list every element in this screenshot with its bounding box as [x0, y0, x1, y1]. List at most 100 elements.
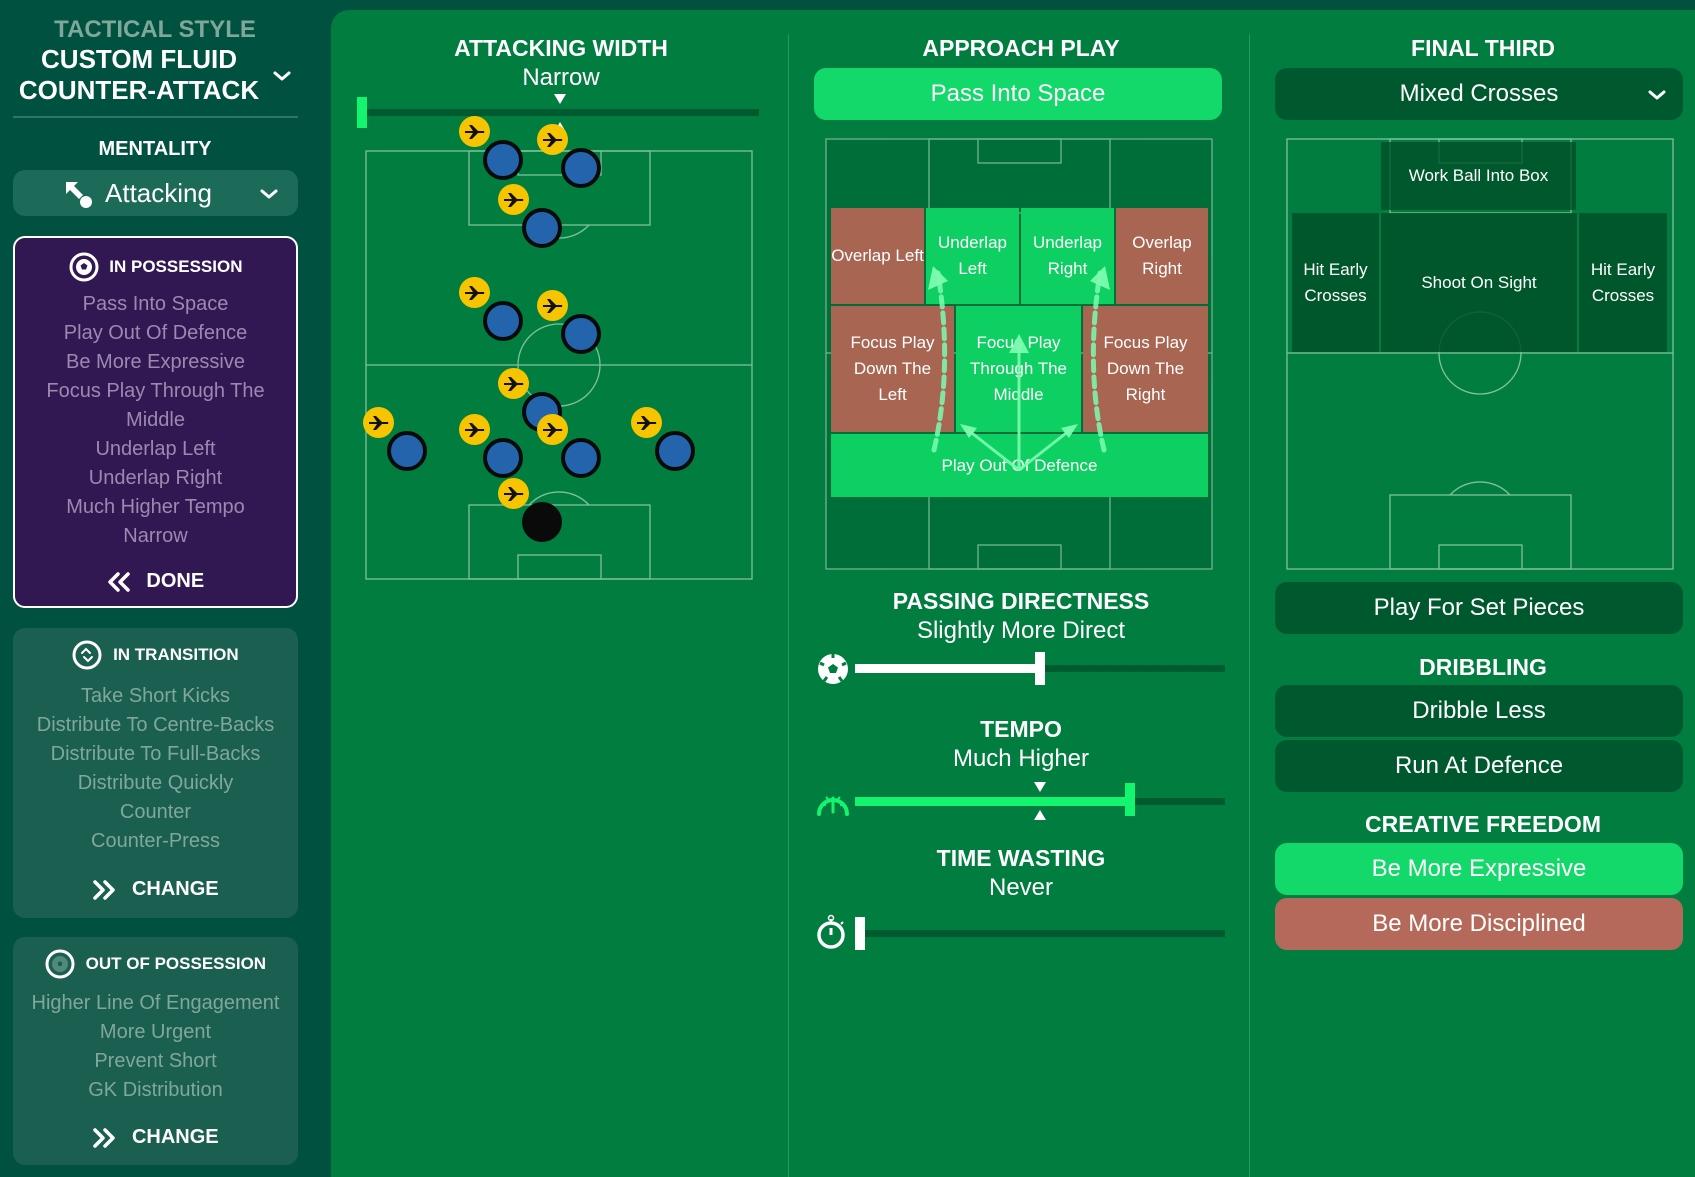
player-marker[interactable] [483, 438, 523, 478]
be-more-expressive-button[interactable]: Be More Expressive [1275, 843, 1683, 895]
list-item: Pass Into Space [82, 293, 229, 315]
approach-play-title: APPROACH PLAY [922, 35, 1120, 61]
slider-handle[interactable] [357, 97, 367, 128]
role-badge-plane-icon [537, 290, 568, 321]
dribbling-title: DRIBBLING [1419, 654, 1547, 680]
zone-focus-middle[interactable]: Focus Play Through The Middle [956, 306, 1081, 432]
role-badge-plane-icon [537, 414, 568, 445]
card-instruction-list: Pass Into Space Play Out Of Defence Be M… [15, 290, 296, 551]
list-item: Distribute Quickly [77, 772, 234, 794]
role-badge-plane-icon [631, 407, 662, 438]
in-transition-card[interactable]: IN TRANSITION Take Short Kicks Distribut… [13, 628, 298, 918]
double-chevron-left-icon [108, 571, 130, 592]
slider-track [361, 109, 759, 116]
zone-focus-right[interactable]: Focus Play Down The Right [1083, 306, 1208, 432]
zone-shoot-on-sight[interactable]: Shoot On Sight [1381, 213, 1577, 352]
attacking-arrow-icon [66, 182, 92, 208]
mentality-value: Attacking [105, 178, 212, 208]
list-item: Narrow [123, 525, 188, 547]
slider-track [855, 930, 1225, 937]
card-instruction-list: Higher Line Of Engagement More Urgent Pr… [13, 989, 298, 1105]
sidebar: TACTICAL STYLE CUSTOM FLUID COUNTER-ATTA… [0, 0, 330, 1177]
approach-play-selected-button[interactable]: Pass Into Space [814, 68, 1222, 120]
player-marker[interactable] [561, 148, 601, 188]
stopwatch-icon [817, 914, 845, 949]
player-marker[interactable] [483, 301, 523, 341]
in-possession-card[interactable]: IN POSSESSION Pass Into Space Play Out O… [13, 236, 298, 608]
list-item: Play Out Of Defence [63, 322, 248, 344]
zone-play-out-of-defence[interactable]: Play Out Of Defence [831, 434, 1208, 497]
list-item: Take Short Kicks [81, 685, 230, 707]
list-item: Counter [119, 801, 192, 823]
speedometer-icon [817, 796, 849, 816]
role-badge-plane-icon [498, 184, 529, 215]
slider-fill [855, 797, 1130, 806]
card-title: IN POSSESSION [109, 257, 243, 276]
dribble-less-button[interactable]: Dribble Less [1275, 685, 1683, 737]
done-button[interactable]: DONE [15, 570, 296, 593]
player-markers [363, 116, 755, 590]
passing-directness-value: Slightly More Direct [916, 617, 1126, 644]
football-outline-icon [45, 949, 75, 979]
card-instruction-list: Take Short Kicks Distribute To Centre-Ba… [13, 682, 298, 856]
creative-freedom-title: CREATIVE FREEDOM [1365, 811, 1601, 837]
role-badge-plane-icon [498, 478, 529, 509]
card-title: OUT OF POSSESSION [85, 954, 267, 973]
column-divider [1249, 34, 1250, 1177]
player-marker[interactable] [522, 208, 562, 248]
player-marker[interactable] [387, 431, 427, 471]
slider-handle[interactable] [855, 917, 865, 950]
role-badge-plane-icon [498, 368, 529, 399]
zone-underlap-left[interactable]: Underlap Left [926, 208, 1019, 304]
list-item: Be More Expressive [66, 351, 245, 373]
list-item: Much Higher Tempo [66, 496, 245, 518]
football-icon [69, 252, 99, 282]
mentality-dropdown[interactable]: Attacking [13, 170, 298, 216]
change-button[interactable]: CHANGE [13, 878, 298, 901]
slider-handle[interactable] [1125, 783, 1135, 816]
zone-hit-early-crosses-right[interactable]: Hit Early Crosses [1579, 213, 1667, 352]
player-marker[interactable] [561, 314, 601, 354]
slider-fill [855, 664, 1040, 673]
card-header: IN POSSESSION [15, 252, 296, 282]
zone-focus-left[interactable]: Focus Play Down The Left [831, 306, 954, 432]
player-marker[interactable] [561, 438, 601, 478]
goalkeeper-marker[interactable] [522, 502, 562, 542]
crossing-dropdown[interactable]: Mixed Crosses [1275, 68, 1683, 120]
default-marker-top [1034, 782, 1046, 792]
main-panel: ATTACKING WIDTH Narrow APPROACH PLAY Pas… [331, 10, 1695, 1177]
default-marker-bottom [1034, 810, 1046, 820]
zone-overlap-left[interactable]: Overlap Left [831, 208, 924, 304]
play-for-set-pieces-button[interactable]: Play For Set Pieces [1275, 582, 1683, 634]
mentality-label: MENTALITY [98, 138, 212, 160]
zone-underlap-right[interactable]: Underlap Right [1021, 208, 1114, 304]
football-icon [818, 654, 848, 684]
tactical-style-name: CUSTOM FLUID COUNTER-ATTACK [18, 44, 260, 105]
player-marker[interactable] [655, 431, 695, 471]
zone-overlap-right[interactable]: Overlap Right [1116, 208, 1208, 304]
list-item: Distribute To Centre-Backs [36, 714, 275, 736]
out-of-possession-card[interactable]: OUT OF POSSESSION Higher Line Of Engagem… [13, 937, 298, 1165]
passing-directness-slider[interactable] [855, 651, 1225, 687]
role-badge-plane-icon [363, 407, 394, 438]
tempo-title: TEMPO [980, 716, 1062, 742]
tempo-slider[interactable] [855, 778, 1225, 824]
change-label: CHANGE [131, 1126, 219, 1149]
role-badge-plane-icon [459, 277, 490, 308]
time-wasting-title: TIME WASTING [936, 845, 1106, 871]
zone-work-ball-into-box[interactable]: Work Ball Into Box [1381, 142, 1576, 210]
player-marker[interactable] [483, 140, 523, 180]
double-chevron-right-icon [93, 879, 116, 900]
be-more-disciplined-button[interactable]: Be More Disciplined [1275, 898, 1683, 950]
role-badge-plane-icon [459, 414, 490, 445]
transition-icon [72, 640, 102, 670]
change-button[interactable]: CHANGE [13, 1126, 298, 1149]
time-wasting-slider[interactable] [855, 916, 1225, 952]
attacking-width-title: ATTACKING WIDTH [454, 35, 668, 61]
slider-handle[interactable] [1035, 652, 1045, 685]
zone-hit-early-crosses-left[interactable]: Hit Early Crosses [1292, 213, 1379, 352]
run-at-defence-button[interactable]: Run At Defence [1275, 740, 1683, 792]
tactical-style-dropdown[interactable]: CUSTOM FLUID COUNTER-ATTACK [0, 40, 310, 110]
list-item: Focus Play Through The Middle [46, 380, 265, 431]
list-item: Counter-Press [91, 830, 220, 852]
